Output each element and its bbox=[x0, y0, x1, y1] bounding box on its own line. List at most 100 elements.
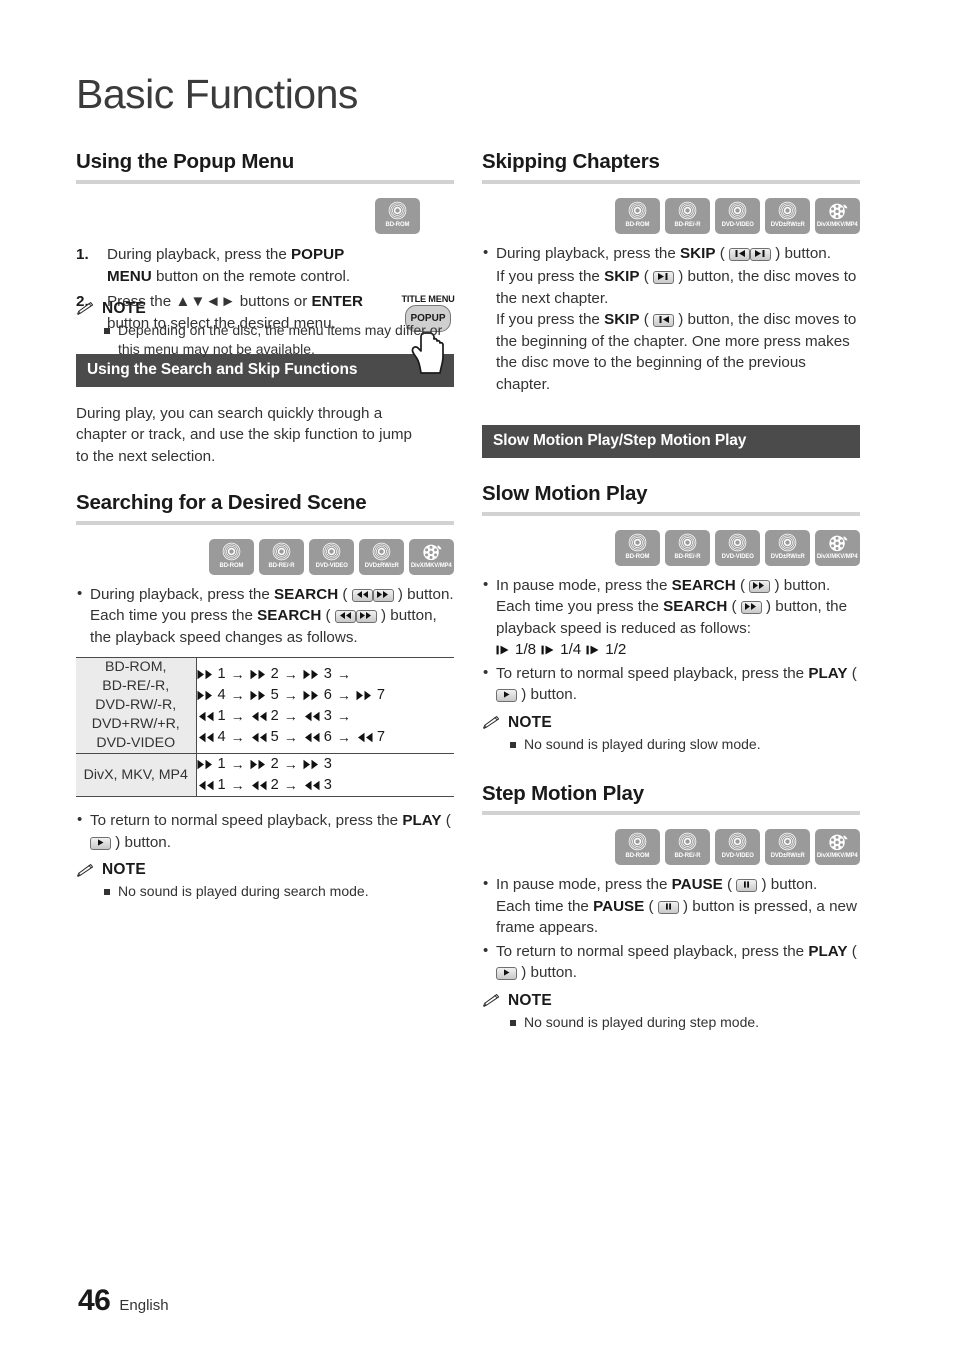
slow-motion-return-bullet: To return to normal speed playback, pres… bbox=[482, 662, 860, 706]
rewind-icon bbox=[304, 780, 320, 791]
arrow-icon: → bbox=[283, 686, 298, 703]
arrow-icon: → bbox=[336, 686, 351, 703]
fast-forward-icon bbox=[356, 690, 371, 700]
disc-icon bbox=[272, 541, 291, 561]
speed-value: 1 bbox=[217, 665, 226, 682]
note-items: No sound is played during search mode. bbox=[104, 882, 454, 901]
emphasis-text: SKIP bbox=[680, 244, 716, 262]
fast-forward-icon bbox=[303, 669, 318, 679]
speed-value: 5 bbox=[270, 728, 279, 745]
body-text: Each time you press the bbox=[90, 607, 258, 625]
film-reel-icon bbox=[828, 834, 848, 851]
disc-badge-bd-rom: BD-ROM bbox=[209, 538, 254, 575]
rewind-icon bbox=[198, 732, 213, 742]
film-reel-icon bbox=[828, 202, 848, 220]
arrow-icon: → bbox=[230, 707, 245, 724]
note-label: NOTE bbox=[508, 713, 552, 731]
heading-rule bbox=[482, 811, 860, 816]
body-text: ( bbox=[639, 311, 654, 329]
disc-badge-bd-re-r: BD-RE/-R bbox=[665, 197, 710, 234]
fast-forward-key-icon bbox=[749, 579, 771, 593]
paragraph: If you press the SKIP ( ) button, the di… bbox=[496, 266, 860, 309]
search-speed-table: BD-ROM, BD-RE/-R, DVD-RW/-R, DVD+RW/+R, DVD-… bbox=[76, 657, 455, 798]
speed-sequence-line: 1 → 2 → 3 bbox=[197, 754, 455, 775]
body-text: ( bbox=[727, 598, 741, 616]
speed-value: 5 bbox=[270, 686, 279, 703]
slow-motion-subtext: Each time you press the SEARCH ( ) butto… bbox=[496, 596, 860, 639]
disc-badge-dvd-rw-r: DVD±RW/±R bbox=[765, 829, 810, 866]
disc-icon-row-searching-scene: BD-ROM BD-RE/-R DVD-VIDEO DVD±RW/±R DivX/MKV… bbox=[76, 538, 454, 575]
disc-icon bbox=[728, 832, 747, 852]
fast-forward-key-icon bbox=[740, 601, 762, 615]
note-item: No sound is played during search mode. bbox=[104, 882, 454, 901]
skipping-chapters-bullets: During playback, press the SKIP ( ) butt… bbox=[482, 242, 860, 265]
disc-icon bbox=[678, 200, 697, 220]
pause-key-icon bbox=[736, 879, 758, 893]
body-text: ) button. bbox=[757, 876, 818, 894]
disc-icon bbox=[322, 541, 341, 561]
section-searching-scene: Searching for a Desired Scene BD-ROM BD-R… bbox=[76, 491, 454, 901]
disc-icon-row-skipping-chapters: BD-ROM BD-RE/-R DVD-VIDEO DVD±RW/±R DivX/MKV… bbox=[482, 197, 860, 234]
speed-value: 7 bbox=[376, 728, 385, 745]
note-item: No sound is played during slow mode. bbox=[510, 735, 860, 754]
speed-value: 3 bbox=[323, 665, 332, 682]
bullet-item: During playback, press the SKIP ( ) butt… bbox=[482, 242, 860, 265]
arrow-icon: → bbox=[283, 777, 298, 794]
disc-icon bbox=[222, 541, 241, 561]
disc-badge-dvd-rw-r: DVD±RW/±R bbox=[765, 529, 810, 566]
speed-value: 1 bbox=[217, 777, 226, 794]
heading-searching-for-desired-scene: Searching for a Desired Scene bbox=[76, 491, 367, 515]
disc-badge-label: DVD±RW/±R bbox=[770, 852, 805, 860]
section-step-motion-play: Step Motion Play BD-ROM BD-RE/-R DVD-VIDEO… bbox=[482, 782, 860, 1032]
searching-scene-return-bullet: To return to normal speed playback, pres… bbox=[76, 809, 454, 853]
speed-value: 6 bbox=[323, 728, 332, 745]
paragraph: If you press the SKIP ( ) button, the di… bbox=[496, 309, 860, 395]
arrow-icon: → bbox=[230, 777, 245, 794]
speed-value: 6 bbox=[323, 686, 332, 703]
note-label: NOTE bbox=[102, 861, 146, 879]
disc-badge-label: BD-ROM bbox=[625, 852, 650, 860]
disc-icon bbox=[678, 832, 697, 852]
body-text: Each time you press the bbox=[496, 598, 664, 616]
slow-speed-value: 1/4 bbox=[560, 641, 582, 659]
disc-icon bbox=[778, 200, 797, 220]
arrow-icon: → bbox=[283, 756, 298, 773]
disc-badge-label: DivX/MKV/MP4 bbox=[411, 561, 452, 569]
arrow-icon: → bbox=[336, 665, 351, 682]
speed-value: 4 bbox=[217, 686, 226, 703]
fast-forward-icon bbox=[197, 690, 212, 700]
search-skip-intro: During play, you can search quickly thro… bbox=[76, 404, 412, 465]
pause-key-icon bbox=[657, 900, 679, 914]
table-cell-speed-sequence: 1 → 2 → 3 1 → 2 → 3 bbox=[196, 753, 455, 797]
step-item: 1. During playback, press the POPUP MENU … bbox=[76, 244, 376, 288]
disc-badge-label: BD-RE/-R bbox=[674, 220, 701, 228]
speed-value: 3 bbox=[323, 756, 332, 773]
body-text: ( bbox=[644, 897, 658, 915]
body-text: ) button. bbox=[517, 686, 577, 704]
rewind-icon bbox=[357, 732, 373, 742]
rewind-icon bbox=[251, 711, 267, 721]
note-block-slow: NOTE No sound is played during slow mode… bbox=[482, 714, 860, 754]
speed-value: 2 bbox=[270, 665, 279, 682]
pencil-icon bbox=[77, 863, 94, 877]
speed-value: 4 bbox=[217, 728, 226, 745]
emphasis-text: SEARCH bbox=[663, 598, 728, 616]
body-text: ) button. bbox=[770, 244, 831, 262]
disc-badge-label: DVD-VIDEO bbox=[315, 561, 348, 569]
note-header: NOTE bbox=[482, 714, 860, 732]
arrow-icon: → bbox=[230, 728, 245, 745]
left-column: Using the Popup Menu BD-ROM TITLE MENU P… bbox=[76, 150, 455, 901]
emphasis-text: PLAY bbox=[402, 812, 442, 830]
rewind-key-icon bbox=[334, 610, 356, 624]
disc-icon-row-slow-motion: BD-ROM BD-RE/-R DVD-VIDEO DVD±RW/±R DivX/MKV… bbox=[482, 529, 860, 566]
disc-icon bbox=[778, 832, 797, 852]
arrow-icon: → bbox=[230, 665, 245, 682]
disc-badge-label: DVD±RW/±R bbox=[770, 552, 805, 560]
disc-badge-label: DVD-VIDEO bbox=[721, 552, 754, 560]
speed-sequence-line: 1 → 2 → 3 → bbox=[197, 706, 455, 727]
body-text: button on the remote control. bbox=[151, 267, 351, 285]
body-text: To return to normal speed playback, pres… bbox=[496, 942, 809, 960]
disc-icon bbox=[728, 532, 747, 552]
disc-badge-bd-rom: BD-ROM bbox=[615, 197, 660, 234]
step-motion-bullets: In pause mode, press the PAUSE ( ) butto… bbox=[482, 873, 860, 896]
